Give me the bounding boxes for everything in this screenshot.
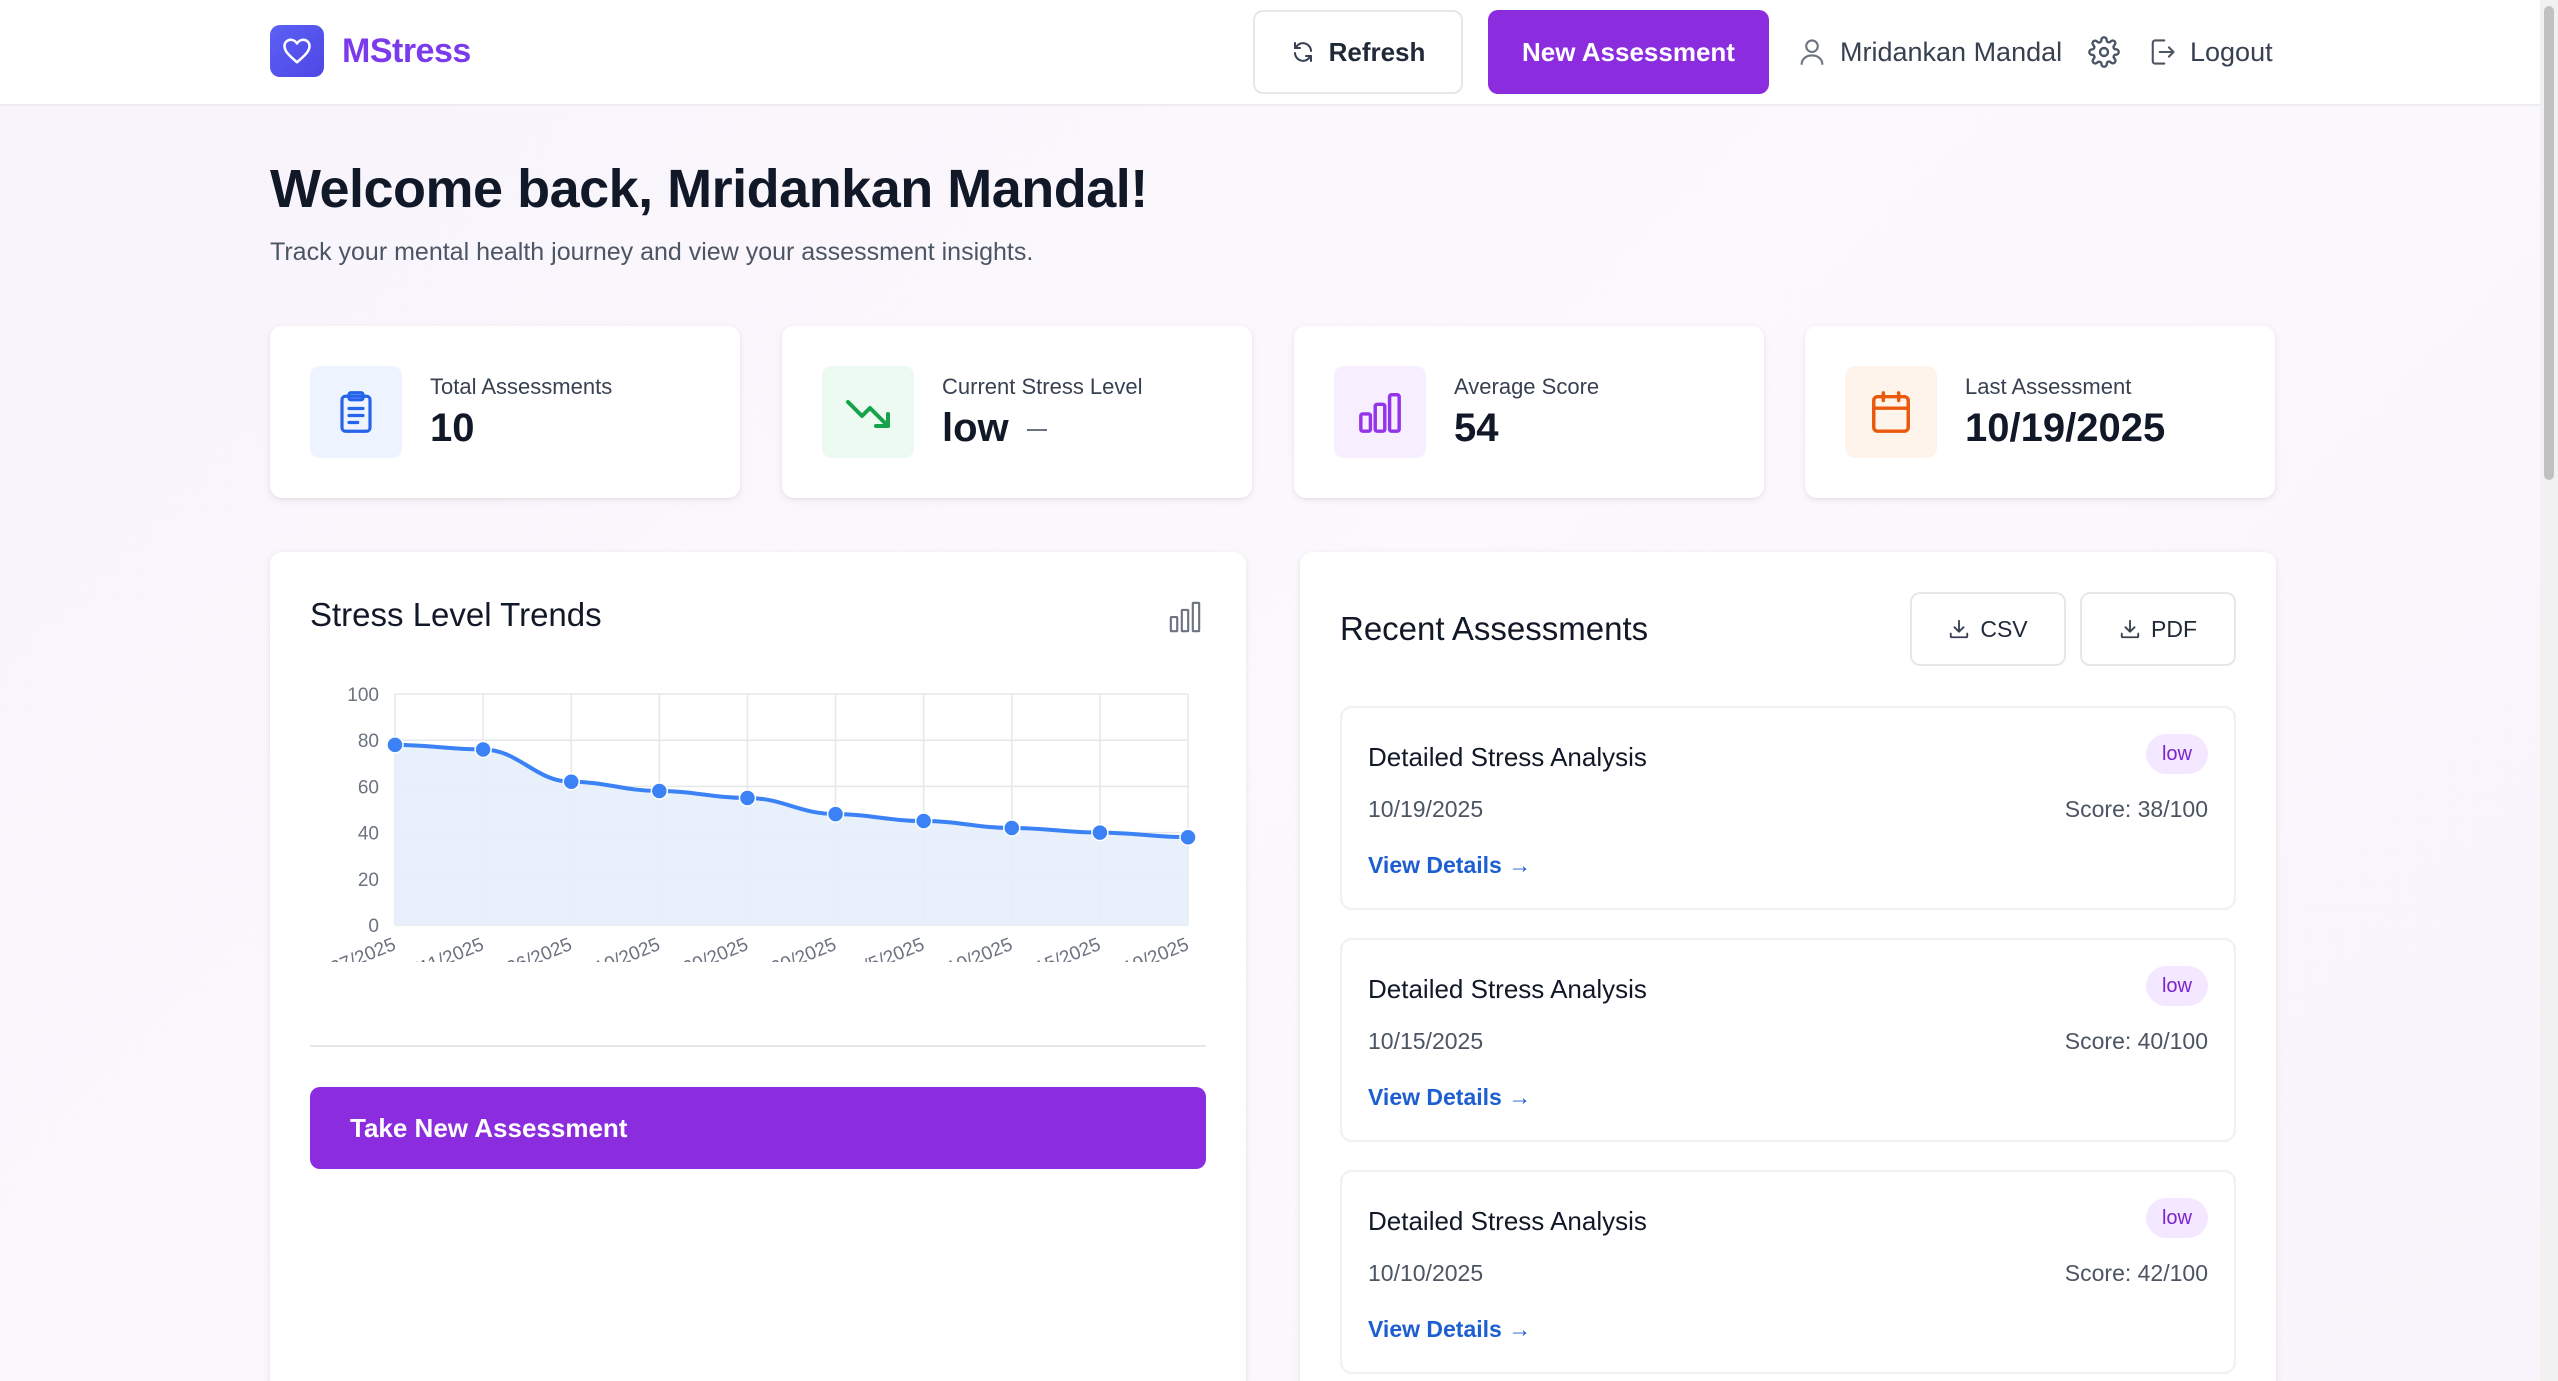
new-assessment-button[interactable]: New Assessment (1488, 10, 1769, 94)
heart-logo-icon[interactable] (270, 25, 324, 77)
view-details-link[interactable]: View Details → (1368, 852, 1531, 879)
user-name: Mridankan Mandal (1840, 36, 2063, 67)
x-tick-label: 10/19/2025 (1096, 934, 1192, 962)
y-tick-label: 0 (368, 916, 379, 937)
x-tick-label: 10/5/2025 (841, 934, 927, 962)
y-tick-label: 80 (358, 731, 379, 752)
view-details-link[interactable]: View Details → (1368, 1084, 1531, 1111)
stat-card-total-assessments: Total Assessments 10 (270, 326, 740, 498)
assessment-date: 10/15/2025 (1368, 1028, 1484, 1054)
stat-label: Average Score (1454, 374, 1600, 399)
stat-label: Last Assessment (1965, 374, 2132, 399)
recent-title: Recent Assessments (1340, 610, 1649, 647)
refresh-icon (1293, 42, 1312, 62)
stat-value: 54 (1454, 406, 1499, 450)
gear-icon[interactable] (2088, 36, 2120, 68)
stress-level-value: low (942, 406, 1009, 450)
data-point (1091, 823, 1109, 842)
assessment-score: Score: 38/100 (2064, 796, 2208, 822)
recent-assessments-panel: Recent Assessments CSV PDF Detailed Stre… (1300, 552, 2276, 1381)
y-tick-label: 40 (358, 824, 379, 845)
stat-value: 10 (430, 406, 475, 450)
stress-level-badge: low (2145, 966, 2208, 1006)
export-csv-button[interactable]: CSV (1910, 592, 2066, 666)
stress-trend-chart: 0204060801007/27/2025 8/11/2025 8/26/2025 9… (313, 685, 1197, 962)
stress-level-badge: low (2145, 734, 2208, 774)
x-tick-label: 8/11/2025 (402, 934, 487, 962)
logout-label: Logout (2190, 36, 2273, 67)
user-menu[interactable]: Mridankan Mandal (1798, 30, 2062, 74)
minus-icon (1026, 429, 1047, 432)
calendar-icon (1845, 366, 1937, 458)
refresh-label: Refresh (1328, 36, 1426, 67)
assessment-title: Detailed Stress Analysis (1368, 742, 1647, 772)
export-pdf-button[interactable]: PDF (2080, 592, 2236, 666)
app-name[interactable]: MStress (342, 32, 471, 71)
divider (310, 1045, 1206, 1047)
stat-value: low (942, 406, 1047, 451)
csv-label: CSV (1980, 615, 2028, 642)
data-point (1003, 819, 1021, 837)
view-details-link[interactable]: View Details → (1368, 1316, 1531, 1343)
clipboard-icon (310, 366, 402, 458)
stat-label: Current Stress Level (942, 374, 1143, 399)
x-tick-label: 9/30/2025 (753, 934, 839, 962)
bar-chart-icon[interactable] (1168, 600, 1202, 634)
x-tick-label: 10/15/2025 (1008, 934, 1104, 962)
stress-trends-panel: Stress Level Trends 0 20 40 60 80 100 7/27/202… (270, 552, 1246, 1381)
assessment-card[interactable]: Detailed Stress Analysis low 10/19/2025 … (1340, 706, 2236, 910)
x-tick-label: 9/20/2025 (665, 934, 751, 962)
stat-value: 10/19/2025 (1965, 406, 2166, 450)
assessment-title: Detailed Stress Analysis (1368, 974, 1647, 1004)
data-point (562, 773, 580, 791)
stat-card-last-assessment: Last Assessment 10/19/2025 (1805, 326, 2275, 498)
data-point (474, 740, 492, 759)
stat-label: Total Assessments (430, 374, 613, 399)
take-new-assessment-button[interactable]: Take New Assessment (310, 1087, 1206, 1169)
logout-button[interactable]: Logout (2148, 30, 2273, 74)
data-point (1179, 828, 1197, 846)
bar-chart-icon (1334, 366, 1426, 458)
series-area (395, 744, 1188, 925)
assessment-date: 10/19/2025 (1368, 796, 1484, 822)
data-point (914, 812, 933, 830)
trends-title: Stress Level Trends (310, 596, 602, 633)
assessment-title: Detailed Stress Analysis (1368, 1206, 1647, 1236)
stat-card-average-score: Average Score 54 (1294, 326, 1764, 498)
user-icon (1800, 39, 1824, 65)
download-icon (2120, 619, 2140, 639)
refresh-button[interactable]: Refresh (1253, 10, 1463, 94)
assessment-score: Score: 40/100 (2064, 1028, 2208, 1054)
data-point (826, 805, 845, 823)
pdf-label: PDF (2151, 615, 2197, 642)
page-subtitle: Track your mental health journey and vie… (270, 238, 1034, 266)
stress-level-badge: low (2145, 1198, 2208, 1238)
scrollbar-thumb[interactable] (2544, 6, 2554, 480)
assessment-card[interactable]: Detailed Stress Analysis low 10/10/2025 … (1340, 1170, 2236, 1374)
download-icon (1950, 619, 1969, 639)
logout-icon (2151, 39, 2175, 65)
x-tick-label: 7/27/2025 (313, 934, 399, 962)
y-tick-label: 20 (358, 870, 379, 891)
data-point (738, 789, 757, 807)
assessment-card[interactable]: Detailed Stress Analysis low 10/15/2025 … (1340, 938, 2236, 1142)
assessment-score: Score: 42/100 (2064, 1260, 2208, 1286)
x-tick-label: 10/10/2025 (920, 934, 1016, 962)
x-tick-label: 8/26/2025 (489, 934, 575, 962)
stat-card-current-stress: Current Stress Level low (782, 326, 1252, 498)
y-tick-label: 60 (358, 777, 379, 798)
y-tick-label: 100 (347, 685, 379, 706)
data-point (650, 782, 669, 800)
trending-down-icon (822, 366, 914, 458)
x-tick-label: 9/10/2025 (577, 934, 663, 962)
page-title: Welcome back, Mridankan Mandal! (270, 159, 1148, 219)
assessment-date: 10/10/2025 (1368, 1260, 1484, 1286)
data-point (386, 736, 404, 754)
top-navbar: MStress Refresh New Assessment Mridankan… (0, 0, 2558, 106)
